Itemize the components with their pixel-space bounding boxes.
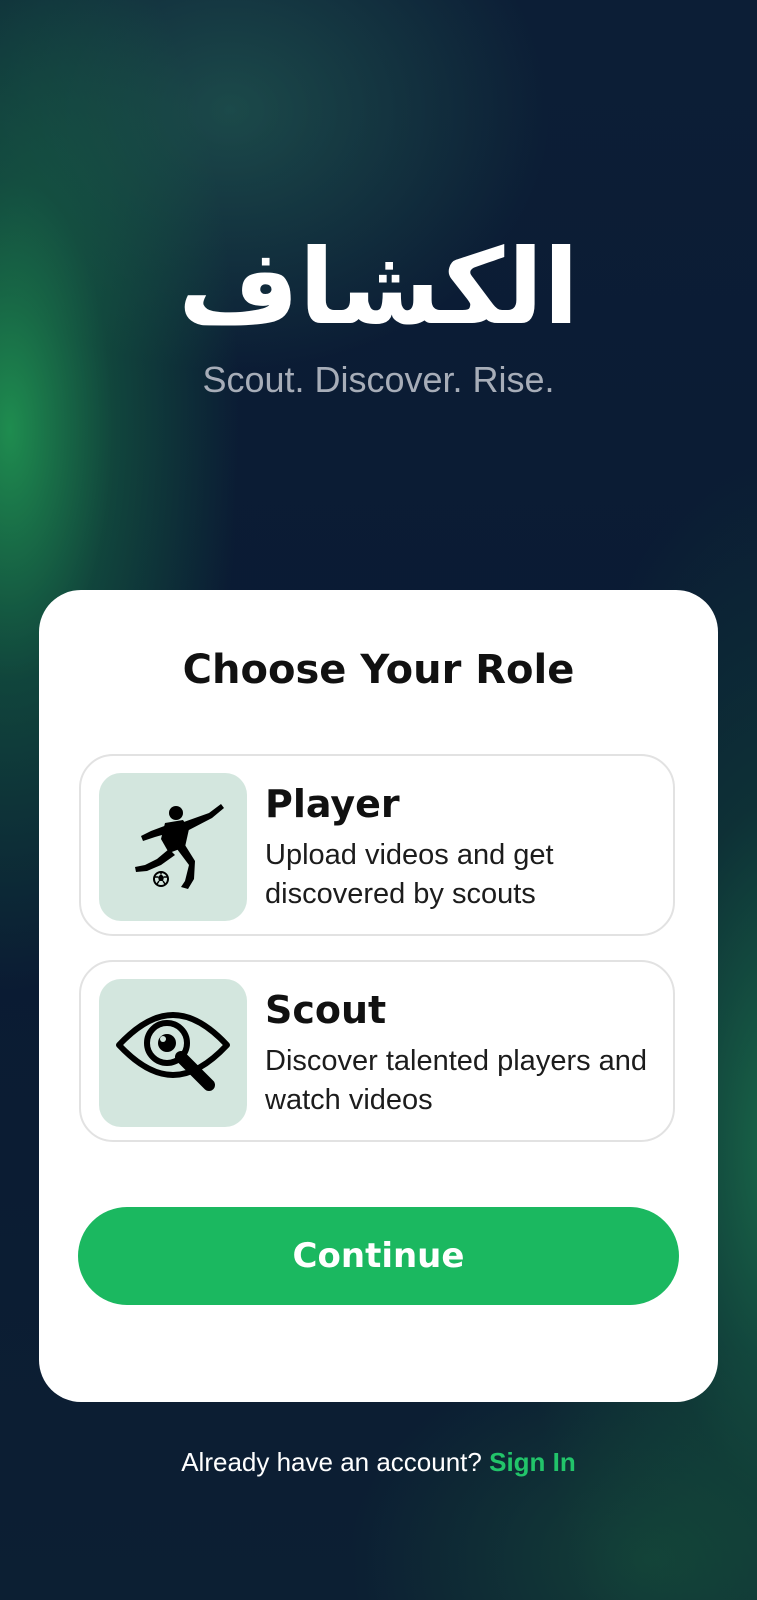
- role-name-scout: Scout: [265, 988, 387, 1032]
- signin-link[interactable]: Sign In: [489, 1447, 576, 1477]
- signin-prompt: Already have an account? Sign In: [0, 1442, 757, 1482]
- signin-prompt-text: Already have an account?: [181, 1447, 482, 1477]
- app-logo: الكشاف: [178, 226, 579, 348]
- soccer-player-icon: [135, 804, 224, 889]
- role-option-scout[interactable]: Scout Discover talented players and watc…: [79, 960, 675, 1142]
- role-option-player[interactable]: Player Upload videos and get discovered …: [79, 754, 675, 936]
- role-description-scout: Discover talented players and watch vide…: [265, 1045, 648, 1116]
- continue-button[interactable]: Continue: [78, 1207, 679, 1305]
- eye-magnifier-icon: [116, 1012, 230, 1091]
- player-icon-box: [99, 773, 247, 921]
- role-name-player: Player: [265, 782, 400, 826]
- scout-icon-box: [99, 979, 247, 1127]
- role-description-player: Upload videos and get discovered by scou…: [265, 839, 554, 910]
- tagline: Scout. Discover. Rise.: [202, 359, 555, 400]
- role-selection-card: Choose Your Role Player Upload videos an…: [39, 590, 718, 1402]
- card-title: Choose Your Role: [182, 647, 575, 693]
